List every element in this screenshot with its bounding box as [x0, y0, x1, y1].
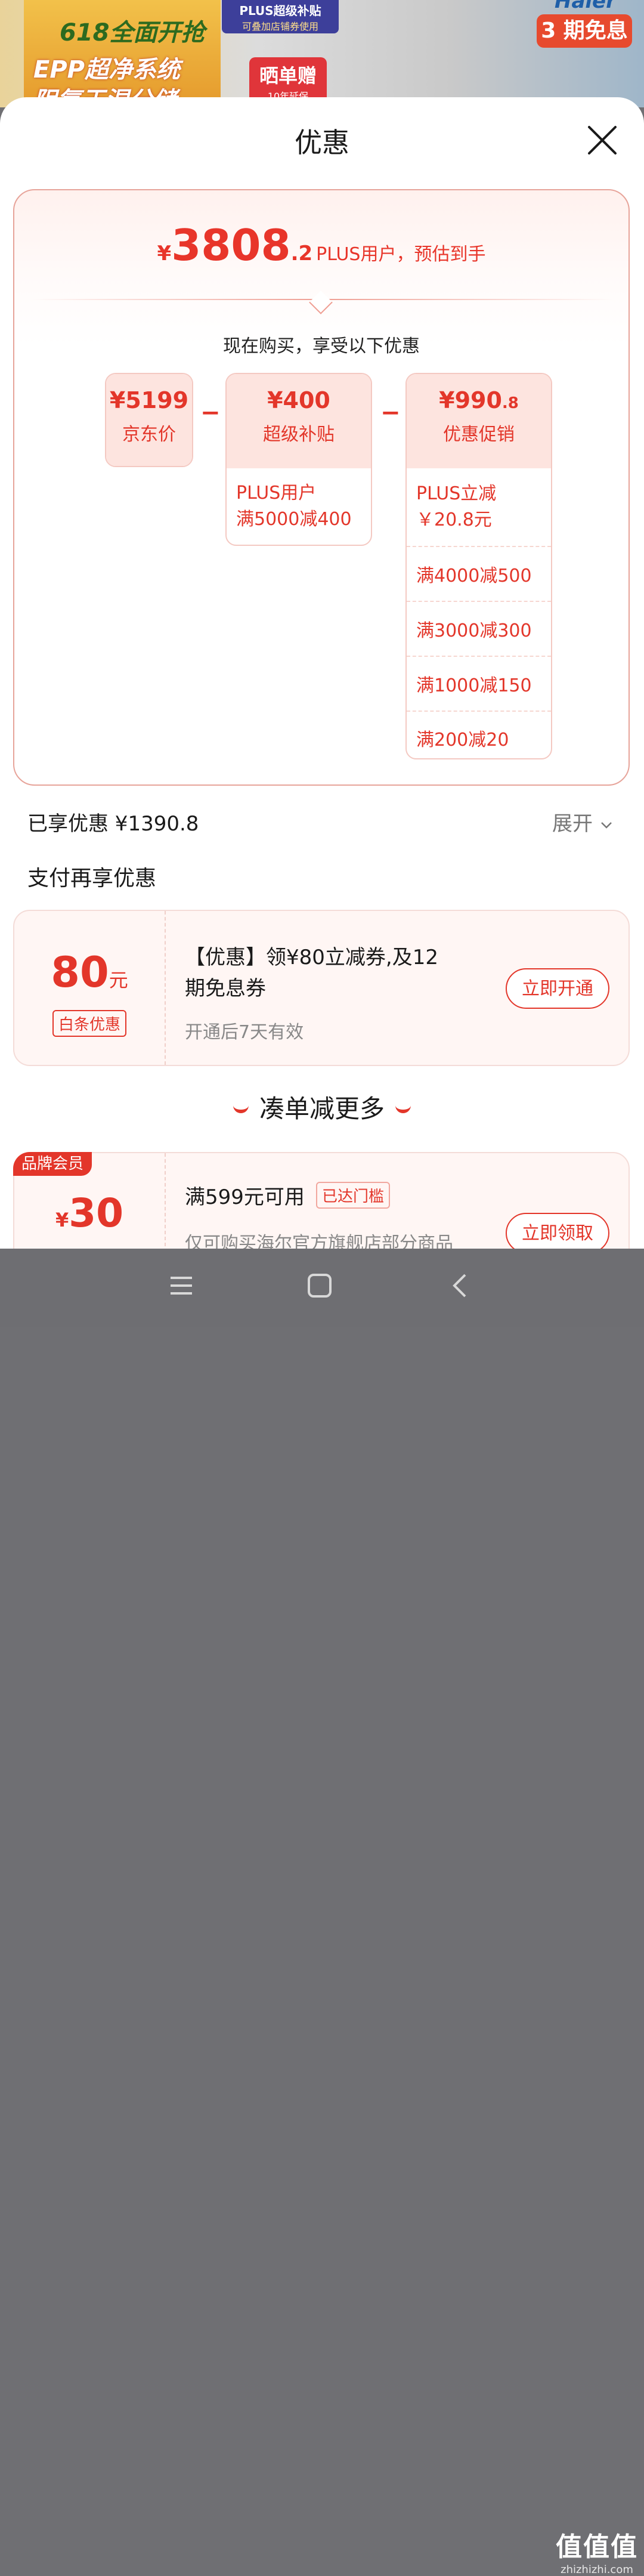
promo-row: 满200减20	[407, 711, 551, 758]
member-coupon-card: ¥30 满599元可用 已达门槛 仅可购买海尔官方旗舰店部分商品 立即领取	[13, 1152, 630, 1249]
promo-banner-left: 618全面开抢 EPP超净系统 阻氧干湿分储	[24, 0, 221, 107]
minus-sign: −	[380, 399, 401, 427]
coupon-amount: ¥30	[14, 1190, 165, 1236]
coupon-amount: 80元	[14, 948, 165, 997]
smile-icon	[395, 1101, 411, 1113]
back-icon[interactable]	[447, 1272, 473, 1301]
sheet-title: 优惠	[295, 126, 349, 159]
promo-row-text: 满200减20	[416, 730, 509, 750]
chevron-down-icon	[600, 821, 612, 829]
banner-text: PLUS超级补贴	[239, 4, 321, 18]
claim-button[interactable]: 立即领取	[506, 1213, 609, 1249]
promo-row: 满3000减300	[407, 601, 551, 656]
subsidy-detail-line: 满5000减400	[236, 509, 352, 530]
coupon-amount-unit: 元	[109, 969, 128, 992]
banner-text: 晒单赠	[259, 64, 317, 87]
price-integer: 3808	[171, 220, 291, 270]
discount-sheet: 优惠 ¥3808.2 PLUS用户，预估到手 现在购买，享受以下优惠 ¥5199 …	[0, 97, 644, 1249]
coupon-value-area: 80元 白条优惠	[14, 911, 166, 1065]
super-subsidy-box: ¥400 超级补贴 PLUS用户 满5000减400	[225, 373, 372, 546]
coupon-condition: 满599元可用	[185, 1185, 305, 1209]
box-header: ¥5199 京东价	[106, 374, 192, 466]
plus-subsidy-banner: PLUS超级补贴 可叠加店铺券使用	[222, 0, 339, 33]
price-decimal: .2	[290, 242, 313, 265]
product-banner-background: 618全面开抢 EPP超净系统 阻氧干湿分储 PLUS超级补贴 可叠加店铺券使用…	[0, 0, 644, 107]
coupon-validity: 开通后7天有效	[185, 1022, 304, 1043]
coupon-title-line: 【优惠】领¥80立减券,及12	[185, 946, 438, 969]
coupon-amount-number: 30	[69, 1190, 124, 1236]
more-discount-heading: 凑单减更多	[0, 1089, 644, 1125]
coupon-amount-number: 80	[51, 948, 109, 997]
estimated-price: ¥3808.2 PLUS用户，预估到手	[14, 220, 628, 270]
menu-icon[interactable]	[168, 1272, 194, 1301]
threshold-reached-tag: 已达门槛	[316, 1182, 391, 1209]
jd-price-label: 京东价	[122, 424, 176, 445]
watermark: 值值值 zhizhizhi.com	[552, 2525, 642, 2576]
installment-tag: 3 期免息	[537, 14, 632, 48]
expand-label: 展开	[552, 812, 593, 836]
box-header: ¥400 超级补贴	[227, 374, 371, 468]
promo-row: 满1000减150	[407, 656, 551, 711]
promotion-label: 优惠促销	[443, 424, 515, 445]
watermark-domain: zhizhizhi.com	[561, 2563, 633, 2576]
jd-price-box: ¥5199 京东价	[105, 373, 193, 467]
divider-notch	[309, 291, 333, 314]
close-icon[interactable]	[584, 122, 620, 158]
enjoyed-discount: 已享优惠 ¥1390.8	[27, 812, 199, 836]
promo-row: 满4000减500	[407, 546, 551, 601]
baitiao-tag: 白条优惠	[52, 1010, 126, 1037]
promotion-amount-int: ¥990	[439, 387, 502, 413]
haier-badge: Haier 3 期免息	[537, 0, 632, 48]
promo-row-text: 满4000减500	[416, 566, 532, 586]
buy-note: 现在购买，享受以下优惠	[223, 336, 420, 357]
coupon-currency: ¥	[55, 1209, 69, 1231]
watermark-logo: 值值值	[556, 2532, 638, 2562]
coupon-condition-row: 满599元可用 已达门槛	[185, 1181, 391, 1210]
price-label: PLUS用户，预估到手	[316, 244, 486, 265]
promo-row: PLUS立减 ￥20.8元	[407, 468, 551, 546]
minus-sign: −	[200, 399, 221, 427]
coupon-title-line: 期免息券	[185, 977, 266, 1000]
banner-text: 可叠加店铺券使用	[242, 21, 318, 32]
smile-icon	[233, 1101, 249, 1113]
currency-symbol: ¥	[157, 242, 172, 265]
payment-section-title: 支付再享优惠	[27, 866, 157, 891]
baitiao-coupon-card: 80元 白条优惠 【优惠】领¥80立减券,及12 期免息券 开通后7天有效 立即…	[13, 910, 630, 1066]
home-icon[interactable]	[306, 1272, 333, 1301]
promotion-amount: ¥990.8	[407, 374, 551, 413]
promotion-box: ¥990.8 优惠促销 PLUS立减 ￥20.8元 满4000减500 满300…	[405, 373, 552, 759]
box-header: ¥990.8 优惠促销	[407, 374, 551, 468]
brand-logo: Haier	[555, 0, 616, 13]
promo-row-text: PLUS立减	[416, 483, 497, 504]
expand-button[interactable]: 展开	[552, 807, 614, 836]
coupon-title: 【优惠】领¥80立减券,及12 期免息券	[185, 942, 438, 1004]
subsidy-detail-line: PLUS用户	[236, 483, 317, 504]
subsidy-amount: ¥400	[267, 387, 330, 413]
more-discount-title: 凑单减更多	[259, 1094, 385, 1123]
promotion-amount-dec: .8	[501, 394, 519, 412]
coupon-scope: 仅可购买海尔官方旗舰店部分商品	[185, 1233, 453, 1249]
jd-price-amount: ¥5199	[109, 387, 189, 413]
banner-text: EPP超净系统	[33, 56, 180, 84]
coupon-tag-wrap: 白条优惠	[14, 1010, 165, 1037]
promo-row-text: 满1000减150	[416, 675, 532, 696]
banner-text: 618全面开抢	[60, 19, 205, 47]
brand-member-badge: 品牌会员	[13, 1152, 92, 1176]
promo-row-text: 满3000减300	[416, 620, 532, 641]
subsidy-detail: PLUS用户 满5000减400	[227, 468, 371, 533]
promo-row-text: ￥20.8元	[416, 509, 492, 530]
subsidy-label: 超级补贴	[263, 424, 335, 445]
estimated-price-card: ¥3808.2 PLUS用户，预估到手 现在购买，享受以下优惠 ¥5199 京东价…	[13, 189, 630, 786]
activate-button[interactable]: 立即开通	[506, 968, 609, 1009]
system-navigation-bar: 值值值 zhizhizhi.com	[0, 1249, 644, 2576]
